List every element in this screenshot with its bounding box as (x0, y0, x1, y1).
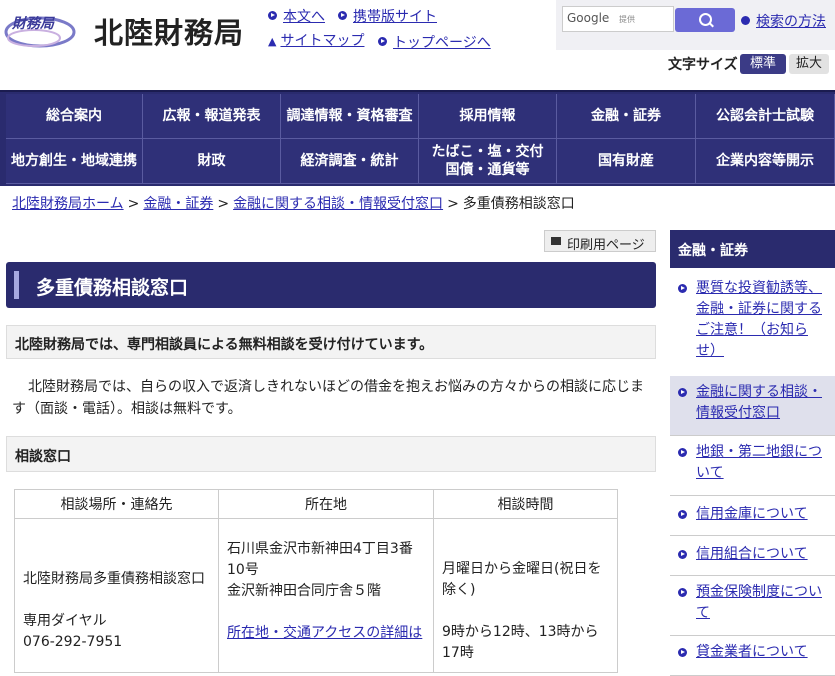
arrow-circle-icon (678, 448, 687, 457)
nav-item-national-property[interactable]: 国有財産 (557, 139, 696, 184)
access-details-link[interactable]: 所在地・交通アクセスの詳細は (227, 625, 422, 641)
place-cell: 北陸財務局多重債務相談窓口 専用ダイヤル 076-292-7951 (14, 518, 219, 673)
sidebar-item-moneylenders[interactable]: 貸金業者について (670, 636, 835, 676)
nav-item-economic-research[interactable]: 経済調査・統計 (281, 139, 419, 184)
dial-number: 076-292-7951 (23, 634, 123, 650)
top-page-link[interactable]: トップページへ (378, 32, 491, 52)
search-button[interactable] (675, 8, 735, 32)
page-title-bar: 多重債務相談窓口 (6, 262, 656, 308)
arrow-circle-icon (378, 37, 387, 46)
font-size-label: 文字サイズ (668, 57, 738, 73)
sidebar-heading: 金融・証券 (670, 230, 835, 268)
search-icon (699, 13, 712, 26)
table-header-row: 相談場所・連絡先 所在地 相談時間 (14, 489, 618, 519)
nav-item-disclosure[interactable]: 企業内容等開示 (696, 139, 835, 184)
font-size-large-button[interactable]: 拡大 (789, 54, 829, 74)
column-header: 相談時間 (433, 489, 618, 519)
sidebar-item-credit-union[interactable]: 信用組合について (670, 536, 835, 576)
sidebar-item-regional-banks[interactable]: 地銀・第二地銀について (670, 436, 835, 496)
nav-item-general[interactable]: 総合案内 (6, 94, 143, 139)
search-area: Google 提供 検索の方法 (556, 0, 835, 50)
address-line2: 金沢新神田合同庁舎５階 (227, 583, 381, 599)
breadcrumb-home[interactable]: 北陸財務局ホーム (12, 196, 124, 212)
arrow-circle-icon (678, 550, 687, 559)
arrow-circle-icon (678, 588, 687, 597)
column-header: 所在地 (218, 489, 434, 519)
breadcrumb: 北陸財務局ホーム > 金融・証券 > 金融に関する相談・情報受付窓口 > 多重債務相談窓口 (12, 196, 575, 212)
intro-text: 北陸財務局では、自らの収入で返済しきれないほどの借金を抱えお悩みの方々からの相談… (12, 379, 644, 417)
nav-item-cpa-exam[interactable]: 公認会計士試験 (696, 94, 835, 139)
title-accent-bar (14, 271, 19, 299)
sitemap-icon: ▲ (268, 35, 277, 48)
print-icon (551, 237, 561, 245)
hours-days: 月曜日から金曜日(祝日を除く) (442, 561, 602, 598)
table-row: 北陸財務局多重債務相談窓口 専用ダイヤル 076-292-7951 石川県金沢市… (14, 518, 618, 673)
address-cell: 石川県金沢市新神田4丁目3番10号 金沢新神田合同庁舎５階 所在地・交通アクセス… (218, 518, 434, 673)
arrow-circle-icon (678, 648, 687, 657)
font-size-standard-button[interactable]: 標準 (740, 54, 786, 74)
section-heading-box: 相談窓口 (6, 436, 656, 472)
global-nav: 総合案内 広報・報道発表 調達情報・資格審査 採用情報 金融・証券 公認会計士試… (0, 90, 835, 186)
dial-label: 専用ダイヤル (23, 613, 107, 629)
arrow-circle-icon (678, 388, 687, 397)
hours-cell: 月曜日から金曜日(祝日を除く) 9時から12時、13時から17時 (433, 518, 618, 673)
arrow-circle-icon (741, 16, 750, 25)
page-title: 多重債務相談窓口 (36, 277, 189, 299)
arrow-circle-icon (678, 510, 687, 519)
logo-icon[interactable]: 財務局 (4, 10, 76, 48)
skip-to-content-link[interactable]: 本文へ (268, 6, 325, 26)
breadcrumb-finance[interactable]: 金融・証券 (143, 196, 213, 212)
hours-time: 9時から12時、13時から17時 (442, 624, 599, 661)
lead-heading-box: 北陸財務局では、専門相談員による無料相談を受け付けています。 (6, 325, 656, 359)
logo-text: 財務局 (11, 15, 55, 32)
nav-item-fiscal[interactable]: 財政 (143, 139, 281, 184)
breadcrumb-consultation[interactable]: 金融に関する相談・情報受付窓口 (233, 196, 443, 212)
nav-item-tobacco-salt[interactable]: たばこ・塩・交付 国債・通貨等 (419, 139, 557, 184)
sidebar-item-deposit-insurance[interactable]: 預金保険制度について (670, 576, 835, 636)
arrow-circle-icon (678, 284, 687, 293)
column-header: 相談場所・連絡先 (14, 489, 219, 519)
nav-item-recruitment[interactable]: 採用情報 (419, 94, 557, 139)
sidebar-item-consultation[interactable]: 金融に関する相談・情報受付窓口 (670, 376, 835, 436)
address-line1: 石川県金沢市新神田4丁目3番10号 (227, 541, 413, 578)
site-title[interactable]: 北陸財務局 (94, 10, 244, 52)
sitemap-link[interactable]: ▲ サイトマップ (268, 30, 364, 50)
breadcrumb-current: 多重債務相談窓口 (462, 196, 575, 212)
arrow-circle-icon (338, 11, 347, 20)
search-help-link[interactable]: 検索の方法 (741, 11, 826, 31)
site-header: 財務局 北陸財務局 本文へ 携帯版サイト ▲ サイトマップ トップページへ Goo… (0, 0, 835, 84)
nav-item-procurement[interactable]: 調達情報・資格審査 (281, 94, 419, 139)
nav-item-regional[interactable]: 地方創生・地域連携 (6, 139, 143, 184)
consultation-table: 相談場所・連絡先 所在地 相談時間 北陸財務局多重債務相談窓口 専用ダイヤル 0… (14, 489, 618, 673)
mobile-site-link[interactable]: 携帯版サイト (338, 6, 437, 26)
sidebar-item-shinkin[interactable]: 信用金庫について (670, 496, 835, 536)
nav-item-press[interactable]: 広報・報道発表 (143, 94, 281, 139)
search-input[interactable]: Google 提供 (562, 6, 674, 32)
nav-item-finance[interactable]: 金融・証券 (557, 94, 696, 139)
section-heading: 相談窓口 (15, 449, 71, 465)
place-name: 北陸財務局多重債務相談窓口 (23, 571, 205, 587)
sidebar: 金融・証券 悪質な投資勧誘等、金融・証券に関するご注意！（お知らせ） 金融に関す… (670, 230, 835, 676)
lead-heading: 北陸財務局では、専門相談員による無料相談を受け付けています。 (15, 337, 434, 353)
print-page-button[interactable]: 印刷用ページ (544, 230, 656, 253)
arrow-circle-icon (268, 11, 277, 20)
